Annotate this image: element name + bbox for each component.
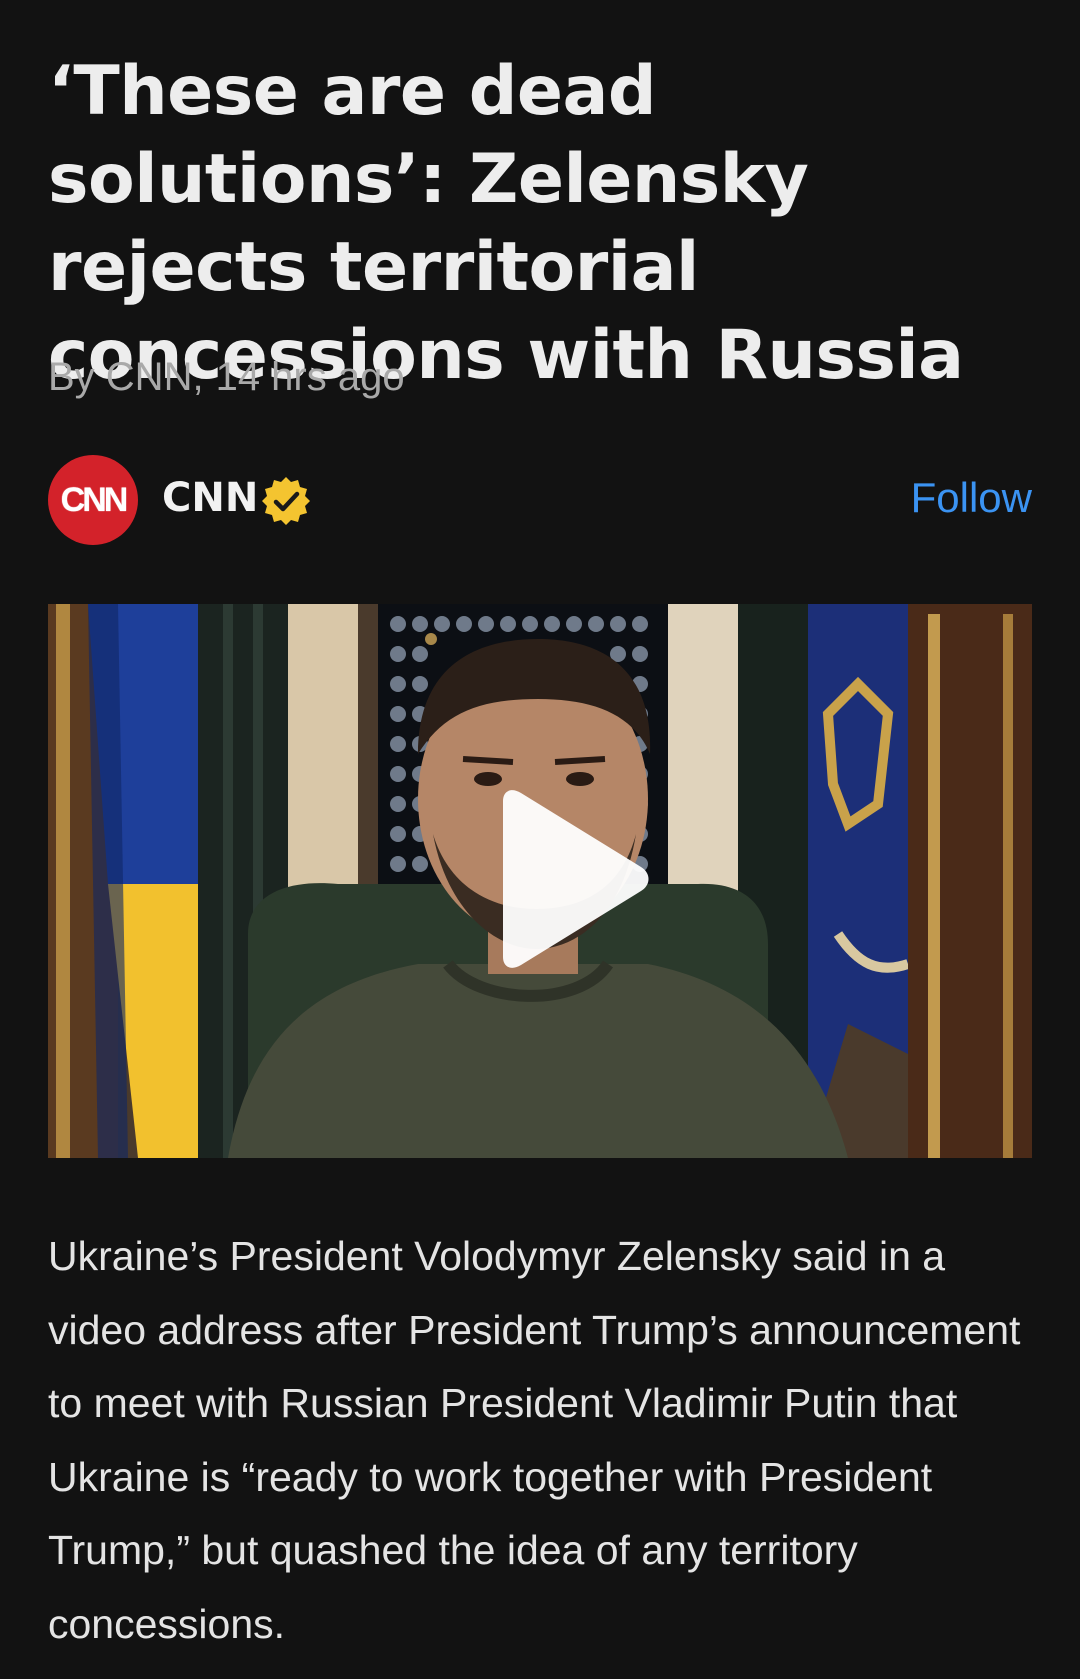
article-body: Ukraine’s President Volodymyr Zelensky s… (48, 1233, 1021, 1647)
verified-badge-icon (262, 477, 310, 525)
byline-author: By CNN, (48, 355, 204, 399)
follow-button[interactable]: Follow (911, 473, 1032, 523)
source-name[interactable]: CNN (162, 473, 258, 523)
source-row: CNN CNN Follow (48, 455, 1032, 545)
byline-time: 14 hrs ago (215, 355, 405, 399)
play-icon[interactable] (475, 789, 655, 969)
article-headline: ‘These are dead solutions’: Zelensky rej… (48, 52, 964, 395)
cnn-logo[interactable]: CNN (48, 455, 138, 545)
cnn-logo-text: CNN (60, 480, 129, 519)
video-player[interactable] (48, 604, 1032, 1158)
byline: By CNN, 14 hrs ago (48, 352, 405, 402)
